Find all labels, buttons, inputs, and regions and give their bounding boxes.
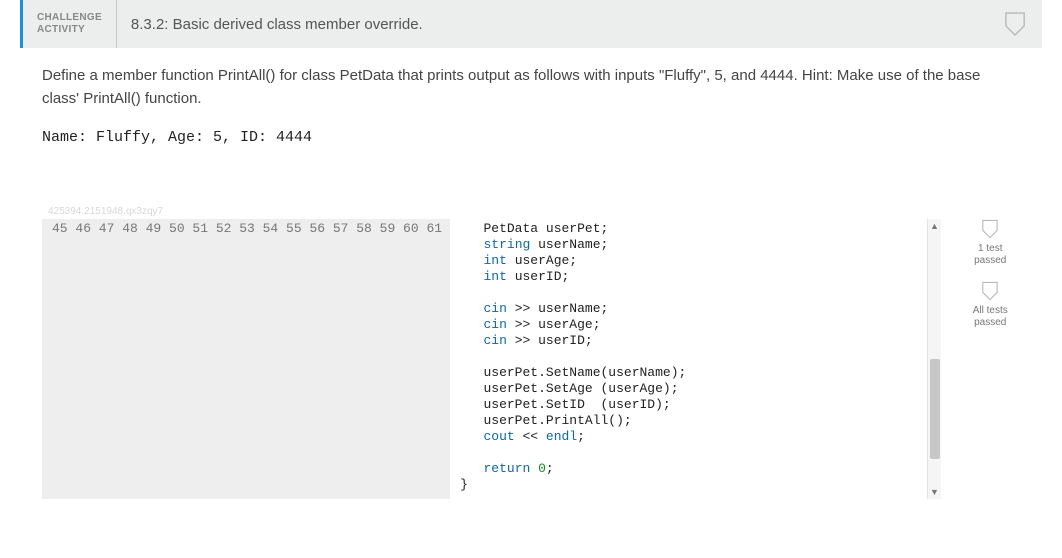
- test-status-panel: 1 testpassed All testspassed: [961, 219, 1021, 343]
- scroll-up-button[interactable]: ▲: [928, 219, 942, 233]
- expected-output: Name: Fluffy, Age: 5, ID: 4444: [42, 129, 1020, 146]
- all-tests-label: All testspassed: [961, 305, 1021, 329]
- activity-header: CHALLENGE ACTIVITY 8.3.2: Basic derived …: [20, 0, 1042, 48]
- one-test-label: 1 testpassed: [961, 243, 1021, 267]
- watermark-id: 425394.2151948.qx3zqy7: [48, 206, 1020, 217]
- activity-type-label: CHALLENGE ACTIVITY: [23, 0, 117, 48]
- completion-shield: [988, 0, 1042, 48]
- activity-type-line2: ACTIVITY: [37, 24, 102, 36]
- problem-prompt: Define a member function PrintAll() for …: [42, 64, 1020, 111]
- shield-icon: [981, 281, 999, 301]
- all-tests-badge: All testspassed: [961, 281, 1021, 329]
- scrollbar-track[interactable]: ▲ ▼: [927, 219, 941, 499]
- activity-type-line1: CHALLENGE: [37, 12, 102, 24]
- one-test-badge: 1 testpassed: [961, 219, 1021, 267]
- line-number-gutter: 45 46 47 48 49 50 51 52 53 54 55 56 57 5…: [42, 219, 450, 499]
- scroll-down-button[interactable]: ▼: [928, 485, 942, 499]
- shield-icon: [1004, 11, 1026, 37]
- shield-icon: [981, 219, 999, 239]
- scrollbar-thumb[interactable]: [930, 359, 940, 459]
- code-editor[interactable]: 45 46 47 48 49 50 51 52 53 54 55 56 57 5…: [42, 219, 941, 499]
- code-content[interactable]: PetData userPet; string userName; int us…: [450, 219, 940, 499]
- activity-title: 8.3.2: Basic derived class member overri…: [117, 0, 988, 48]
